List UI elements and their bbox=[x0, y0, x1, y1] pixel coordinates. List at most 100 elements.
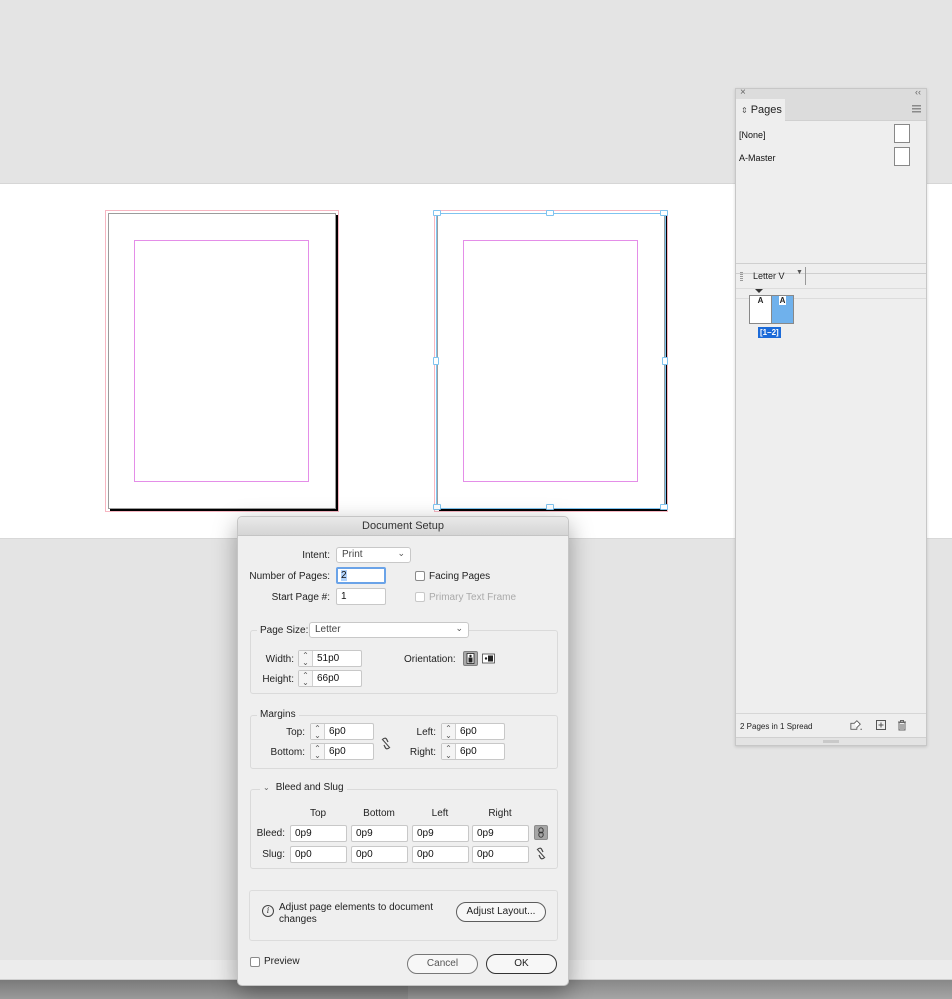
intent-label: Intent: bbox=[302, 550, 330, 561]
grip-icon[interactable] bbox=[740, 272, 743, 281]
adjust-text-line2: changes bbox=[279, 914, 317, 925]
new-page-icon[interactable] bbox=[875, 719, 887, 731]
tab-pages[interactable]: ⇕ Pages bbox=[736, 99, 785, 122]
resize-handle-ml[interactable] bbox=[433, 357, 439, 365]
slug-top-value: 0p0 bbox=[295, 849, 312, 860]
facing-pages-checkbox[interactable] bbox=[415, 571, 425, 581]
bleed-top-input[interactable]: 0p9 bbox=[290, 825, 347, 842]
bleed-right-value: 0p9 bbox=[477, 828, 494, 839]
selection-frame[interactable] bbox=[436, 213, 666, 509]
cancel-button[interactable]: Cancel bbox=[407, 954, 478, 974]
height-label: Height: bbox=[262, 674, 294, 685]
pages-panel: × ‹‹ ⇕ Pages [None] A-Master Letter V ▼ A… bbox=[735, 87, 927, 746]
master-item-none[interactable]: [None] bbox=[739, 124, 923, 146]
preview-checkbox[interactable] bbox=[250, 957, 260, 967]
margin-left-stepper[interactable]: ⌃ ⌄ 6p0 bbox=[441, 723, 505, 740]
document-setup-dialog: Document Setup Intent: Print ⌄ Number of… bbox=[237, 516, 569, 986]
edit-page-size-icon[interactable] bbox=[850, 719, 862, 731]
page-thumbnail-1[interactable]: A bbox=[749, 295, 772, 324]
resize-handle-bm[interactable] bbox=[546, 504, 554, 510]
stepper-arrows-icon[interactable]: ⌃ ⌄ bbox=[299, 671, 313, 687]
slug-right-value: 0p0 bbox=[477, 849, 494, 860]
orientation-label: Orientation: bbox=[404, 654, 456, 665]
chevron-down-icon[interactable]: ▼ bbox=[796, 269, 803, 276]
link-bleed-icon[interactable] bbox=[534, 825, 548, 840]
bleed-right-input[interactable]: 0p9 bbox=[472, 825, 529, 842]
bleed-left-input[interactable]: 0p9 bbox=[412, 825, 469, 842]
slug-top-input[interactable]: 0p0 bbox=[290, 846, 347, 863]
close-icon[interactable]: × bbox=[740, 87, 746, 98]
resize-handle-mr[interactable] bbox=[662, 357, 668, 365]
margin-bottom-label: Bottom: bbox=[270, 747, 305, 758]
resize-handle-tm[interactable] bbox=[546, 210, 554, 216]
page-thumbnail-2[interactable]: A bbox=[771, 295, 794, 324]
master-list: [None] A-Master bbox=[736, 121, 926, 273]
column-left: Left bbox=[431, 808, 449, 819]
panel-resize-handle[interactable] bbox=[736, 737, 926, 745]
preview-label[interactable]: Preview bbox=[264, 956, 300, 967]
collapse-icon[interactable]: ‹‹ bbox=[915, 87, 921, 97]
slug-bottom-value: 0p0 bbox=[356, 849, 373, 860]
bleed-slug-toggle[interactable]: ⌄ Bleed and Slug bbox=[260, 782, 347, 793]
primary-text-frame-label: Primary Text Frame bbox=[429, 592, 517, 603]
margins-title: Margins bbox=[257, 709, 299, 720]
unlink-margins-icon[interactable] bbox=[379, 736, 393, 751]
updown-icon: ⇕ bbox=[741, 106, 748, 115]
margin-left-label: Left: bbox=[416, 727, 436, 738]
page-size-label: Page Size: bbox=[257, 625, 312, 636]
master-thumbnail[interactable] bbox=[894, 147, 910, 166]
start-page-value: 1 bbox=[341, 591, 347, 602]
portrait-orientation-icon[interactable] bbox=[463, 651, 478, 666]
adjust-layout-button[interactable]: Adjust Layout... bbox=[456, 902, 546, 922]
page-size-select[interactable]: Letter ⌄ bbox=[309, 622, 469, 638]
info-icon: i bbox=[262, 905, 274, 917]
stepper-arrows-icon[interactable]: ⌃ ⌄ bbox=[311, 744, 325, 760]
master-thumbnail[interactable] bbox=[894, 124, 910, 143]
divider bbox=[805, 267, 806, 285]
resize-handle-bl[interactable] bbox=[433, 504, 441, 510]
panel-tab-row: ⇕ Pages bbox=[736, 99, 926, 122]
adjust-text-line1: Adjust page elements to document bbox=[279, 902, 433, 913]
spread-label[interactable]: [1–2] bbox=[758, 327, 781, 338]
stepper-arrows-icon[interactable]: ⌃ ⌄ bbox=[299, 651, 313, 667]
resize-handle-br[interactable] bbox=[660, 504, 668, 510]
margin-right-stepper[interactable]: ⌃ ⌄ 6p0 bbox=[441, 743, 505, 760]
ok-button[interactable]: OK bbox=[486, 954, 557, 974]
intent-select[interactable]: Print ⌄ bbox=[336, 547, 411, 563]
stepper-arrows-icon[interactable]: ⌃ ⌄ bbox=[442, 724, 456, 740]
num-pages-value: 2 bbox=[341, 570, 347, 581]
stepper-arrows-icon[interactable]: ⌃ ⌄ bbox=[442, 744, 456, 760]
unlink-slug-icon[interactable] bbox=[534, 846, 548, 861]
chevron-down-icon: ⌄ bbox=[455, 623, 463, 633]
panel-menu-icon[interactable] bbox=[912, 105, 921, 113]
start-page-input[interactable]: 1 bbox=[336, 588, 386, 605]
resize-handle-tl[interactable] bbox=[433, 210, 441, 216]
width-stepper[interactable]: ⌃ ⌄ 51p0 bbox=[298, 650, 362, 667]
slug-left-input[interactable]: 0p0 bbox=[412, 846, 469, 863]
column-bottom: Bottom bbox=[363, 808, 395, 819]
margin-top-stepper[interactable]: ⌃ ⌄ 6p0 bbox=[310, 723, 374, 740]
bleed-slug-title: Bleed and Slug bbox=[275, 782, 344, 793]
slug-bottom-input[interactable]: 0p0 bbox=[351, 846, 408, 863]
landscape-orientation-icon[interactable] bbox=[481, 651, 496, 666]
facing-pages-label[interactable]: Facing Pages bbox=[429, 571, 490, 582]
spread-indicator-icon bbox=[755, 289, 763, 293]
master-label: A-Master bbox=[739, 153, 776, 163]
width-label: Width: bbox=[265, 654, 294, 665]
master-item-a-master[interactable]: A-Master bbox=[739, 147, 923, 169]
resize-handle-tr[interactable] bbox=[660, 210, 668, 216]
slug-right-input[interactable]: 0p0 bbox=[472, 846, 529, 863]
master-label: [None] bbox=[739, 130, 766, 140]
margin-bottom-stepper[interactable]: ⌃ ⌄ 6p0 bbox=[310, 743, 374, 760]
margin-right-label: Right: bbox=[409, 747, 436, 758]
stepper-arrows-icon[interactable]: ⌃ ⌄ bbox=[311, 724, 325, 740]
num-pages-input[interactable]: 2 bbox=[336, 567, 386, 584]
layout-select[interactable]: Letter V bbox=[753, 271, 785, 281]
height-stepper[interactable]: ⌃ ⌄ 66p0 bbox=[298, 670, 362, 687]
bleed-bottom-input[interactable]: 0p9 bbox=[351, 825, 408, 842]
margin-top-value: 6p0 bbox=[329, 726, 346, 737]
delete-page-icon[interactable] bbox=[896, 719, 908, 731]
spread-thumbnail[interactable]: A A [1–2] bbox=[749, 289, 809, 341]
intent-value: Print bbox=[342, 549, 363, 560]
width-value: 51p0 bbox=[317, 653, 340, 664]
